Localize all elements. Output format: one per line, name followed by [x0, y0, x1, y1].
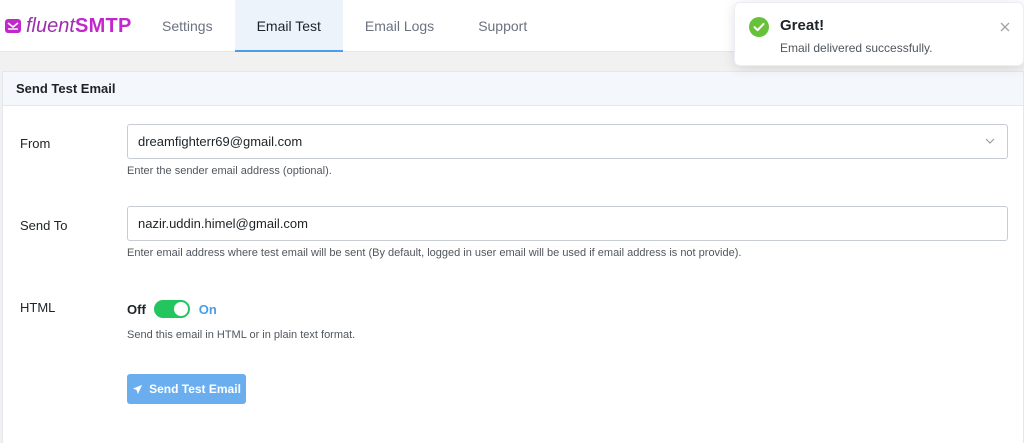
close-icon[interactable] — [997, 19, 1013, 35]
send-to-input-value: nazir.uddin.himel@gmail.com — [138, 216, 308, 231]
html-label: HTML — [20, 300, 56, 315]
from-select-value: dreamfighterr69@gmail.com — [138, 134, 303, 149]
paper-plane-icon — [133, 384, 143, 394]
html-help-text: Send this email in HTML or in plain text… — [127, 329, 356, 341]
html-toggle-switch[interactable] — [153, 300, 190, 318]
toggle-on-label: On — [198, 301, 217, 317]
panel-title: Send Test Email — [16, 81, 116, 96]
html-toggle-group: Off On — [127, 299, 217, 319]
tab-settings[interactable]: Settings — [140, 0, 235, 52]
send-test-email-button-label: Send Test Email — [149, 382, 241, 396]
logo-fluent-text: fluent — [26, 15, 75, 37]
from-label: From — [20, 136, 51, 151]
main-tabs: Settings Email Test Email Logs Support — [140, 0, 549, 52]
tab-support[interactable]: Support — [456, 0, 549, 52]
chevron-down-icon — [985, 138, 995, 144]
send-to-help-text: Enter email address where test email wil… — [127, 247, 742, 259]
logo-smtp-text: SMTP — [74, 15, 132, 37]
from-select[interactable]: dreamfighterr69@gmail.com — [127, 124, 1008, 159]
toggle-knob — [173, 302, 188, 316]
send-to-input[interactable]: nazir.uddin.himel@gmail.com — [127, 206, 1008, 241]
send-test-email-button[interactable]: Send Test Email — [127, 374, 246, 404]
send-to-label: Send To — [20, 218, 68, 233]
check-circle-icon — [749, 17, 769, 37]
fluent-smtp-logo[interactable]: fluentSMTP — [4, 14, 132, 38]
notification-title: Great! — [780, 17, 825, 34]
success-notification: Great! Email delivered successfully. — [734, 2, 1024, 66]
notification-message: Email delivered successfully. — [780, 41, 933, 55]
tab-email-logs[interactable]: Email Logs — [343, 0, 456, 52]
logo-wordmark: fluentSMTP — [26, 14, 132, 38]
tab-email-test[interactable]: Email Test — [234, 0, 343, 52]
toggle-off-label: Off — [127, 301, 146, 317]
from-help-text: Enter the sender email address (optional… — [127, 165, 332, 177]
panel-header: Send Test Email — [3, 72, 1023, 106]
envelope-logo-icon — [5, 19, 21, 33]
send-test-email-panel: Send Test Email From dreamfighterr69@gma… — [2, 71, 1024, 443]
